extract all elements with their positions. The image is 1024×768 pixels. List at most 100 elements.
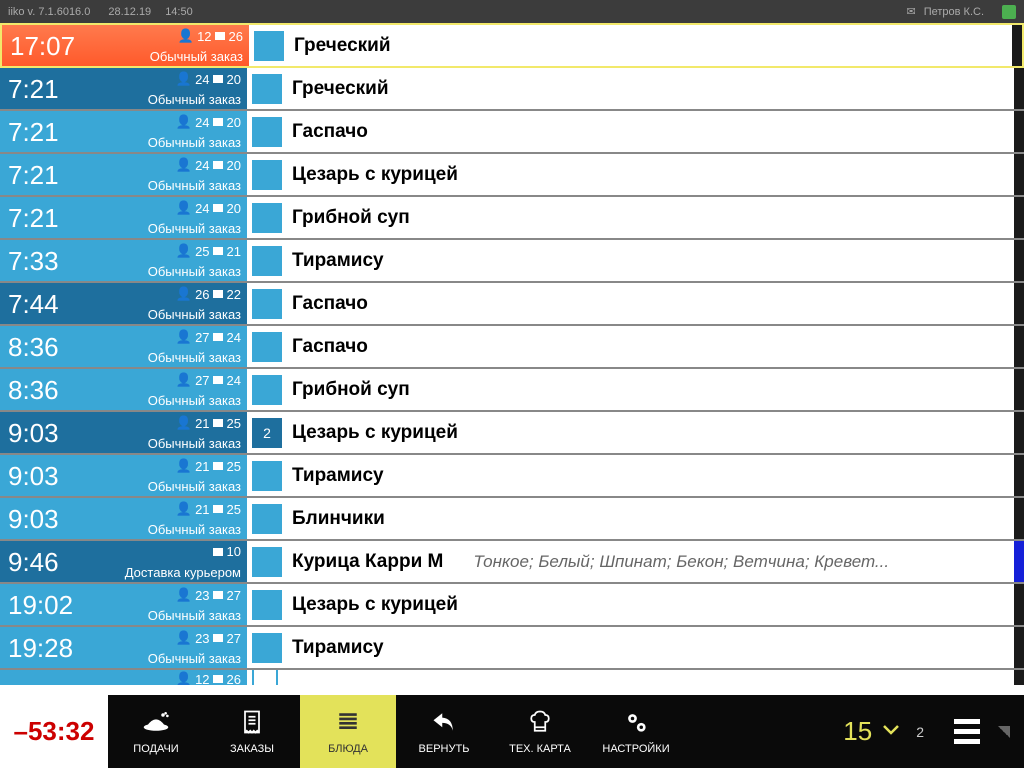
counter-secondary: 2 — [916, 724, 924, 740]
order-row[interactable]: 9:03 👤21 25 Обычный заказ Тирамису — [0, 455, 1024, 498]
order-row[interactable]: 9:46 10 Доставка курьером Курица Карри М… — [0, 541, 1024, 584]
order-content: Греческий — [247, 68, 1014, 109]
order-left: 8:36 👤27 24 Обычный заказ — [0, 326, 247, 367]
nav-serve[interactable]: ПОДАЧИ — [108, 695, 204, 768]
order-meta: 👤24 20 — [176, 71, 241, 87]
nav-undo[interactable]: ВЕРНУТЬ — [396, 695, 492, 768]
order-type: Обычный заказ — [148, 135, 241, 150]
nav-label: НАСТРОЙКИ — [602, 743, 669, 755]
status-indicator — [1002, 5, 1016, 19]
status-bar — [1014, 584, 1024, 625]
order-row[interactable]: 7:33 👤25 21 Обычный заказ Тирамису — [0, 240, 1024, 283]
qty-chip — [252, 504, 282, 534]
order-left: 19:28 👤23 27 Обычный заказ — [0, 627, 247, 668]
qty-chip: 2 — [252, 418, 282, 448]
qty-chip — [252, 547, 282, 577]
order-type: Обычный заказ — [148, 178, 241, 193]
nav-list[interactable]: БЛЮДА — [300, 695, 396, 768]
order-type: Обычный заказ — [148, 92, 241, 107]
order-row[interactable]: 19:02 👤23 27 Обычный заказ Цезарь с кури… — [0, 584, 1024, 627]
order-left: 17:07 👤12 26 Обычный заказ — [2, 25, 249, 66]
order-meta: 👤24 20 — [176, 200, 241, 216]
order-row[interactable]: 7:21 👤24 20 Обычный заказ Цезарь с куриц… — [0, 154, 1024, 197]
dish-name: Тирамису — [292, 465, 384, 487]
dish-name: Блинчики — [292, 508, 385, 530]
table-icon — [213, 505, 223, 513]
dish-mods: Тонкое; Белый; Шпинат; Бекон; Ветчина; К… — [473, 552, 889, 572]
dish-name: Цезарь с курицей — [292, 594, 458, 616]
status-bar — [1014, 240, 1024, 281]
chevron-down-icon[interactable] — [882, 723, 900, 741]
qty-chip — [252, 461, 282, 491]
order-type: Обычный заказ — [148, 608, 241, 623]
order-meta: 👤21 25 — [176, 415, 241, 431]
table-icon — [213, 419, 223, 427]
chef-icon — [526, 708, 554, 739]
nav-chef[interactable]: ТЕХ. КАРТА — [492, 695, 588, 768]
dish-name: Греческий — [294, 35, 391, 57]
status-bar — [1014, 369, 1024, 410]
receipt-icon — [238, 708, 266, 739]
order-row[interactable]: 19:28 👤23 27 Обычный заказ Тирамису — [0, 627, 1024, 670]
order-row[interactable]: 9:03 👤21 25 Обычный заказ Блинчики — [0, 498, 1024, 541]
order-type: Обычный заказ — [148, 393, 241, 408]
order-content: Грибной суп — [247, 197, 1014, 238]
dish-name: Тирамису — [292, 250, 384, 272]
order-row[interactable]: 8:36 👤27 24 Обычный заказ Гаспачо — [0, 326, 1024, 369]
table-icon — [213, 118, 223, 126]
date: 28.12.19 — [108, 6, 151, 18]
nav-label: ВЕРНУТЬ — [419, 743, 470, 755]
qty-chip — [252, 74, 282, 104]
order-row[interactable]: 8:36 👤27 24 Обычный заказ Грибной суп — [0, 369, 1024, 412]
order-type: Обычный заказ — [148, 264, 241, 279]
topbar: iiko v. 7.1.6016.0 28.12.19 14:50 ✉ Петр… — [0, 0, 1024, 23]
order-row[interactable]: 7:21 👤24 20 Обычный заказ Греческий — [0, 68, 1024, 111]
status-bar — [1014, 627, 1024, 668]
dish-name: Гаспачо — [292, 336, 368, 358]
order-meta: 👤24 20 — [176, 157, 241, 173]
order-left: 9:03 👤21 25 Обычный заказ — [0, 498, 247, 539]
bottombar: –53:32 ПОДАЧИЗАКАЗЫБЛЮДАВЕРНУТЬТЕХ. КАРТ… — [0, 695, 1024, 768]
order-row[interactable]: 17:07 👤12 26 Обычный заказ Греческий — [0, 23, 1024, 68]
nav-gear[interactable]: НАСТРОЙКИ — [588, 695, 684, 768]
nav-receipt[interactable]: ЗАКАЗЫ — [204, 695, 300, 768]
status-bar — [1012, 25, 1022, 66]
order-left: 9:03 👤21 25 Обычный заказ — [0, 455, 247, 496]
dish-name: Грибной суп — [292, 207, 410, 229]
order-left: 8:36 👤27 24 Обычный заказ — [0, 369, 247, 410]
order-meta: 👤12 26 — [178, 28, 243, 44]
nav-label: ЗАКАЗЫ — [230, 743, 274, 755]
order-meta: 👤21 25 — [176, 458, 241, 474]
order-content: 2 Цезарь с курицей — [247, 412, 1014, 453]
order-row[interactable]: 7:21 👤24 20 Обычный заказ Грибной суп — [0, 197, 1024, 240]
status-bar — [1014, 541, 1024, 582]
qty-chip — [252, 160, 282, 190]
status-bar — [1014, 154, 1024, 195]
order-type: Обычный заказ — [148, 479, 241, 494]
qty-chip — [252, 332, 282, 362]
order-type: Обычный заказ — [148, 221, 241, 236]
order-row[interactable]: 9:03 👤21 25 Обычный заказ 2 Цезарь с кур… — [0, 412, 1024, 455]
qty-chip — [252, 590, 282, 620]
user-name: Петров К.С. — [924, 6, 984, 18]
table-icon — [213, 75, 223, 83]
user-area[interactable]: ✉ Петров К.С. — [906, 5, 1016, 19]
order-row[interactable]: 7:44 👤26 22 Обычный заказ Гаспачо — [0, 283, 1024, 326]
list-icon — [334, 708, 362, 739]
serve-icon — [142, 708, 170, 739]
nav-label: БЛЮДА — [328, 743, 368, 755]
order-row[interactable]: 7:21 👤24 20 Обычный заказ Гаспачо — [0, 111, 1024, 154]
status-bar — [1014, 111, 1024, 152]
status-bar — [1014, 455, 1024, 496]
table-icon — [213, 161, 223, 169]
order-meta: 👤23 27 — [176, 630, 241, 646]
menu-icon[interactable] — [954, 719, 980, 744]
status-bar — [1014, 197, 1024, 238]
order-type: Обычный заказ — [150, 49, 243, 64]
order-content: Блинчики — [247, 498, 1014, 539]
order-meta: 10 — [213, 544, 241, 559]
order-content: Гаспачо — [247, 326, 1014, 367]
order-meta: 👤23 27 — [176, 587, 241, 603]
table-icon — [213, 548, 223, 556]
order-content: Тирамису — [247, 240, 1014, 281]
